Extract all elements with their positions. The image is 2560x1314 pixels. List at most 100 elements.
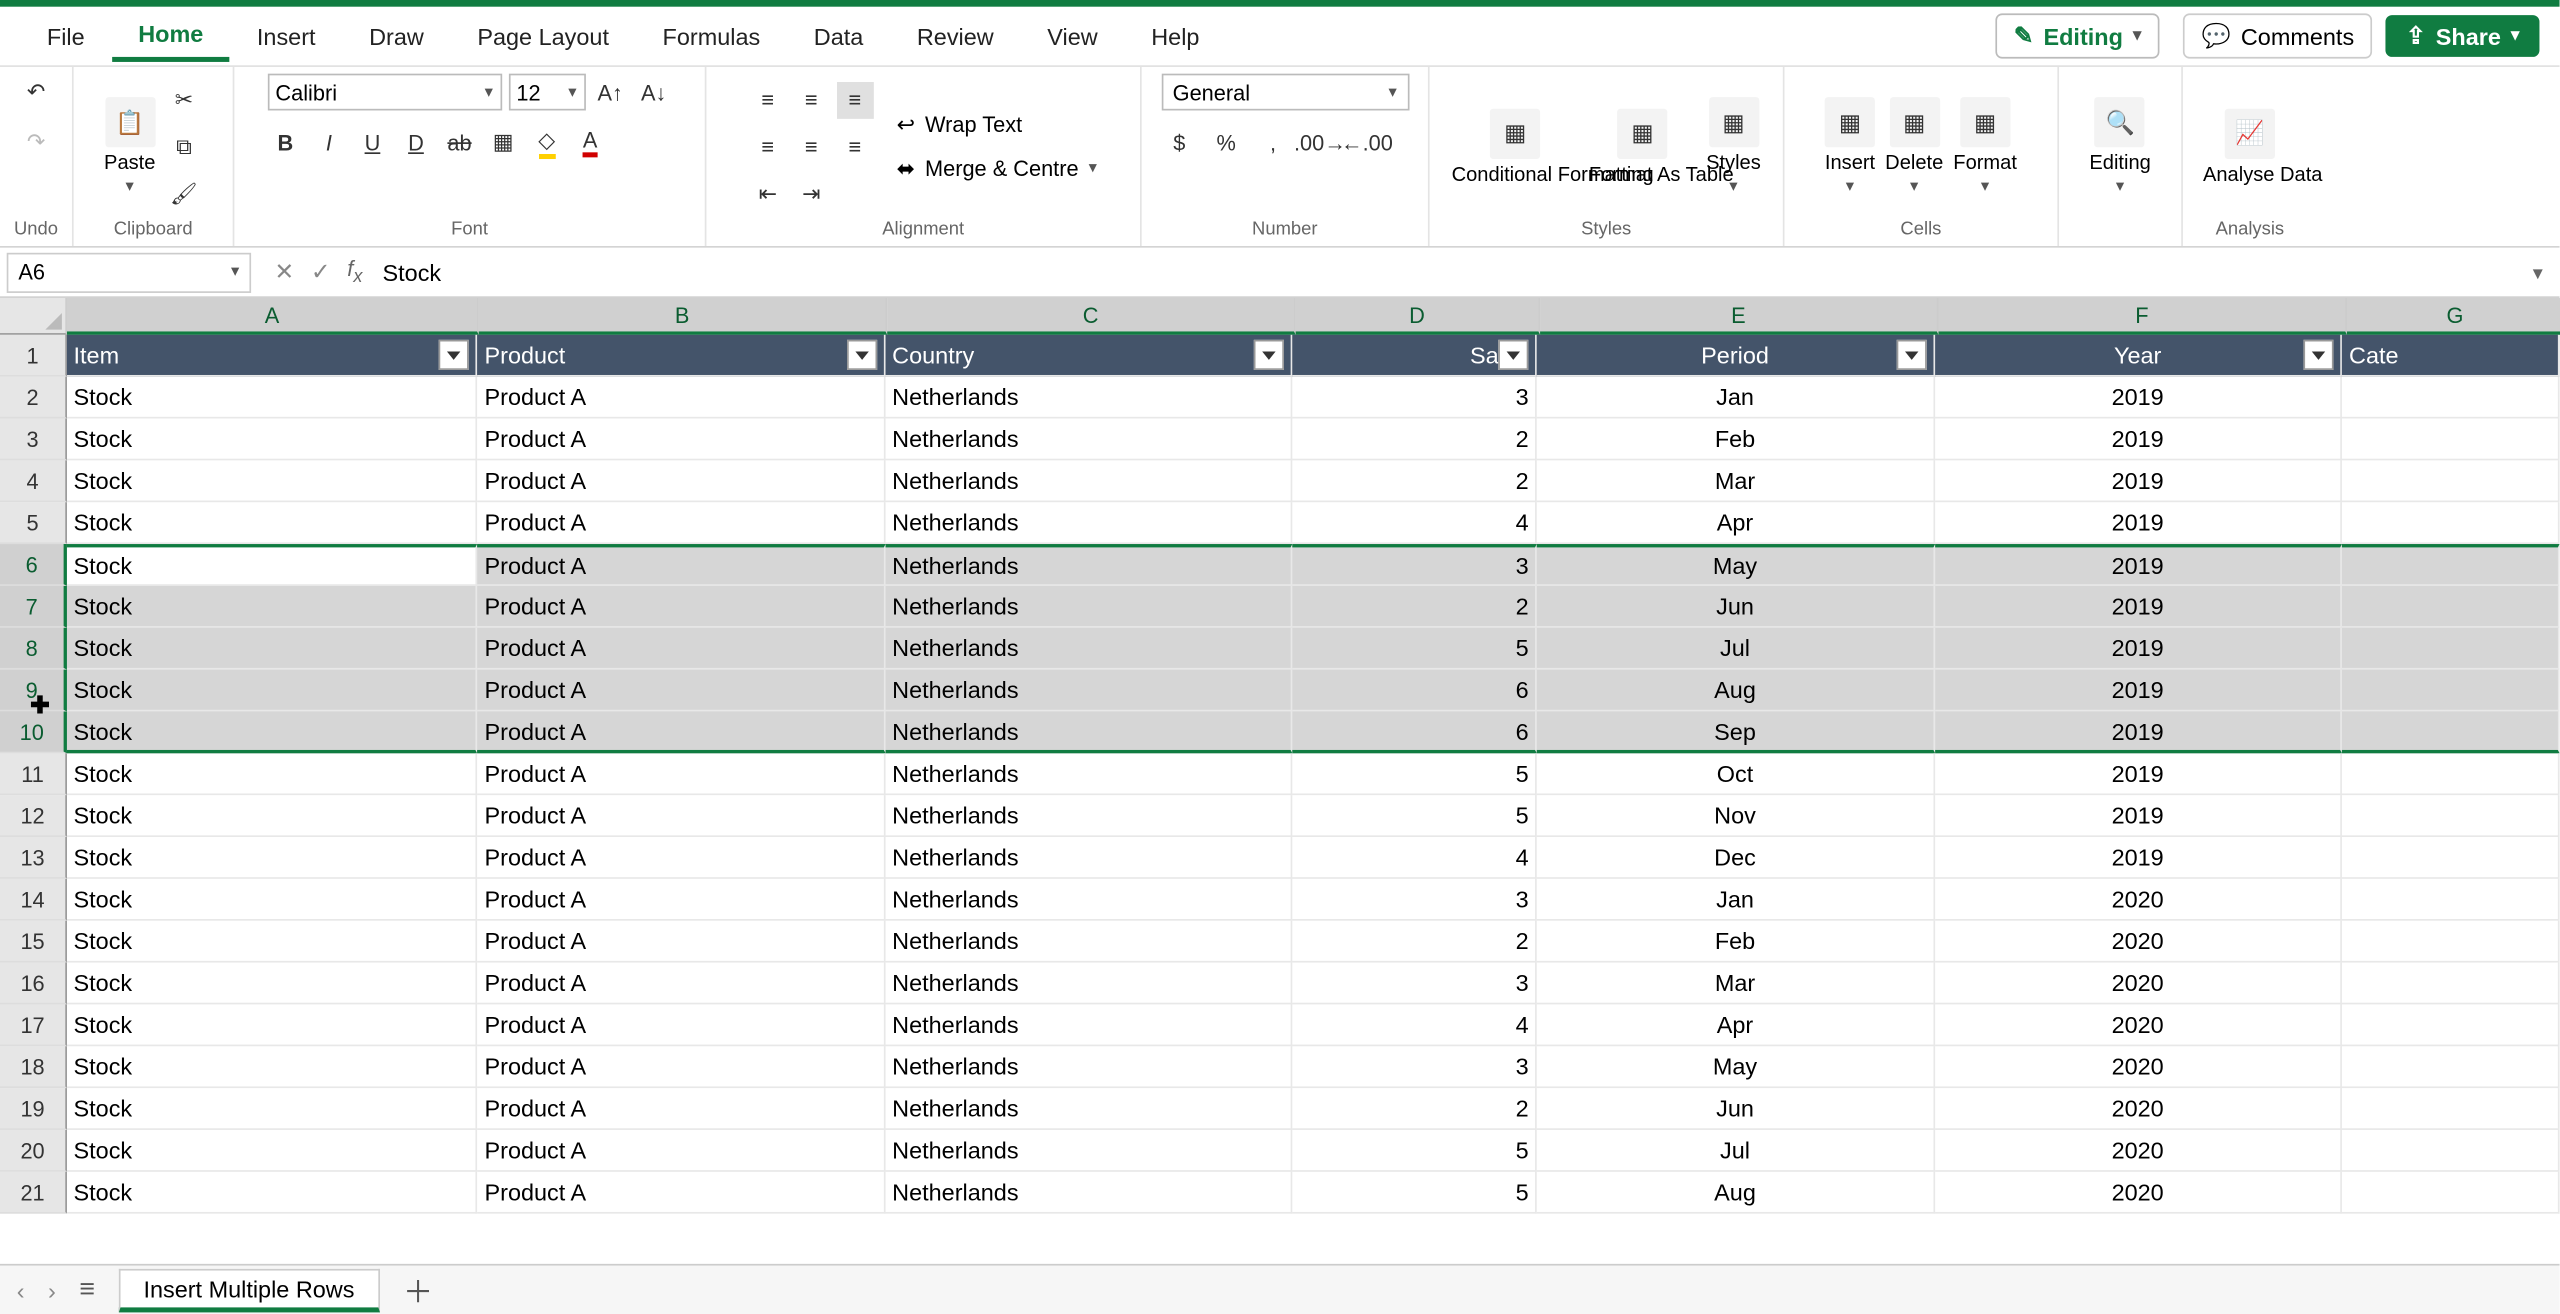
font-name-select[interactable]: Calibri▾ <box>267 74 501 111</box>
delete-cells-button[interactable]: ▦ Delete▾ <box>1885 97 1943 196</box>
tab-page-layout[interactable]: Page Layout <box>451 13 636 60</box>
cell[interactable]: Jul <box>1537 628 1935 670</box>
underline-button[interactable]: U <box>354 124 391 161</box>
cell[interactable]: Product A <box>478 544 886 586</box>
cell[interactable]: 2 <box>1293 921 1537 963</box>
cell[interactable] <box>2342 753 2559 795</box>
row-header[interactable]: 1 <box>0 335 67 377</box>
sheet-nav-prev[interactable]: ‹ <box>17 1276 25 1303</box>
cell[interactable] <box>2342 586 2559 628</box>
row-header[interactable]: 21 <box>0 1172 67 1214</box>
cell[interactable] <box>2342 1004 2559 1046</box>
cell[interactable]: 2019 <box>1935 795 2343 837</box>
cell[interactable]: 3 <box>1293 1046 1537 1088</box>
cell[interactable]: Product A <box>478 753 886 795</box>
cell[interactable]: Jun <box>1537 1088 1935 1130</box>
cell[interactable]: Dec <box>1537 837 1935 879</box>
cell[interactable]: Jan <box>1537 377 1935 419</box>
cell[interactable] <box>2342 879 2559 921</box>
format-cells-button[interactable]: ▦ Format▾ <box>1953 97 2017 196</box>
cell[interactable]: Netherlands <box>885 1088 1293 1130</box>
cell[interactable]: Stock <box>67 837 478 879</box>
cell[interactable]: 5 <box>1293 753 1537 795</box>
formula-input[interactable]: Stock <box>376 259 2516 286</box>
column-header-D[interactable]: D <box>1296 298 1540 335</box>
cell[interactable]: Product A <box>478 460 886 502</box>
filter-button[interactable] <box>1896 340 1926 370</box>
cell[interactable]: 3 <box>1293 963 1537 1005</box>
cell[interactable]: Product A <box>478 377 886 419</box>
tab-home[interactable]: Home <box>111 10 230 62</box>
cell[interactable]: Product A <box>478 628 886 670</box>
tab-formulas[interactable]: Formulas <box>636 13 787 60</box>
cell[interactable]: Stock <box>67 921 478 963</box>
cell[interactable]: 2020 <box>1935 1088 2343 1130</box>
cell[interactable]: May <box>1537 1046 1935 1088</box>
cell[interactable]: 5 <box>1293 628 1537 670</box>
filter-button[interactable] <box>1255 340 1285 370</box>
cell[interactable]: Jan <box>1537 879 1935 921</box>
table-header-cell[interactable]: Product <box>478 335 886 377</box>
cell[interactable]: 2 <box>1293 1088 1537 1130</box>
cell[interactable]: Product A <box>478 795 886 837</box>
row-header[interactable]: 4 <box>0 460 67 502</box>
cell[interactable]: 5 <box>1293 1172 1537 1214</box>
cell[interactable]: Netherlands <box>885 628 1293 670</box>
row-header[interactable]: 6 <box>0 544 67 586</box>
cell[interactable]: Product A <box>478 837 886 879</box>
cell[interactable]: Product A <box>478 1088 886 1130</box>
cell[interactable]: 2 <box>1293 419 1537 461</box>
undo-button[interactable]: ↶ <box>18 74 55 111</box>
cell[interactable]: Stock <box>67 460 478 502</box>
row-header[interactable]: 12 <box>0 795 67 837</box>
cell[interactable]: 2019 <box>1935 711 2343 753</box>
cell[interactable] <box>2342 377 2559 419</box>
table-header-cell[interactable]: Cate <box>2342 335 2559 377</box>
font-size-select[interactable]: 12▾ <box>508 74 585 111</box>
row-header[interactable]: 17 <box>0 1004 67 1046</box>
cell[interactable]: Stock <box>67 963 478 1005</box>
table-header-cell[interactable]: Period <box>1537 335 1935 377</box>
cell[interactable]: Stock <box>67 419 478 461</box>
cell[interactable] <box>2342 1130 2559 1172</box>
cell[interactable]: 2020 <box>1935 879 2343 921</box>
cell[interactable] <box>2342 628 2559 670</box>
filter-button[interactable] <box>439 340 469 370</box>
align-bottom-button[interactable]: ≡ <box>836 81 873 118</box>
cell[interactable]: 3 <box>1293 879 1537 921</box>
cell[interactable] <box>2342 460 2559 502</box>
cell[interactable]: Netherlands <box>885 711 1293 753</box>
add-sheet-button[interactable]: ＋ <box>403 1268 433 1312</box>
mode-editing-button[interactable]: ✎ Editing ▾ <box>1995 13 2159 58</box>
cell[interactable] <box>2342 921 2559 963</box>
cell[interactable] <box>2342 670 2559 712</box>
row-header[interactable]: 18 <box>0 1046 67 1088</box>
cell[interactable]: Jul <box>1537 1130 1935 1172</box>
cell[interactable]: Netherlands <box>885 670 1293 712</box>
row-header[interactable]: 13 <box>0 837 67 879</box>
row-header[interactable]: 3 <box>0 419 67 461</box>
cancel-formula-button[interactable]: ✕ <box>275 258 295 286</box>
cell[interactable]: Netherlands <box>885 753 1293 795</box>
increase-indent-button[interactable]: ⇥ <box>793 175 830 212</box>
cell[interactable]: 2019 <box>1935 460 2343 502</box>
borders-button[interactable]: ▦ <box>485 124 522 161</box>
cell[interactable]: Stock <box>67 753 478 795</box>
cell[interactable]: Stock <box>67 1004 478 1046</box>
format-as-table-button[interactable]: ▦ Format As Table <box>1589 108 1696 185</box>
cell[interactable]: Product A <box>478 670 886 712</box>
tab-file[interactable]: File <box>20 13 111 60</box>
cell[interactable]: 2 <box>1293 586 1537 628</box>
row-header[interactable]: 7 <box>0 586 67 628</box>
cell[interactable]: 6 <box>1293 670 1537 712</box>
cell[interactable]: May <box>1537 544 1935 586</box>
cell[interactable]: 2020 <box>1935 963 2343 1005</box>
cell[interactable]: Netherlands <box>885 544 1293 586</box>
cell[interactable]: 2019 <box>1935 628 2343 670</box>
cell[interactable]: Netherlands <box>885 963 1293 1005</box>
cell[interactable]: 4 <box>1293 1004 1537 1046</box>
cell[interactable]: 2019 <box>1935 753 2343 795</box>
table-header-cell[interactable]: Year <box>1935 335 2343 377</box>
cell[interactable]: Stock <box>67 879 478 921</box>
column-header-F[interactable]: F <box>1938 298 2346 335</box>
